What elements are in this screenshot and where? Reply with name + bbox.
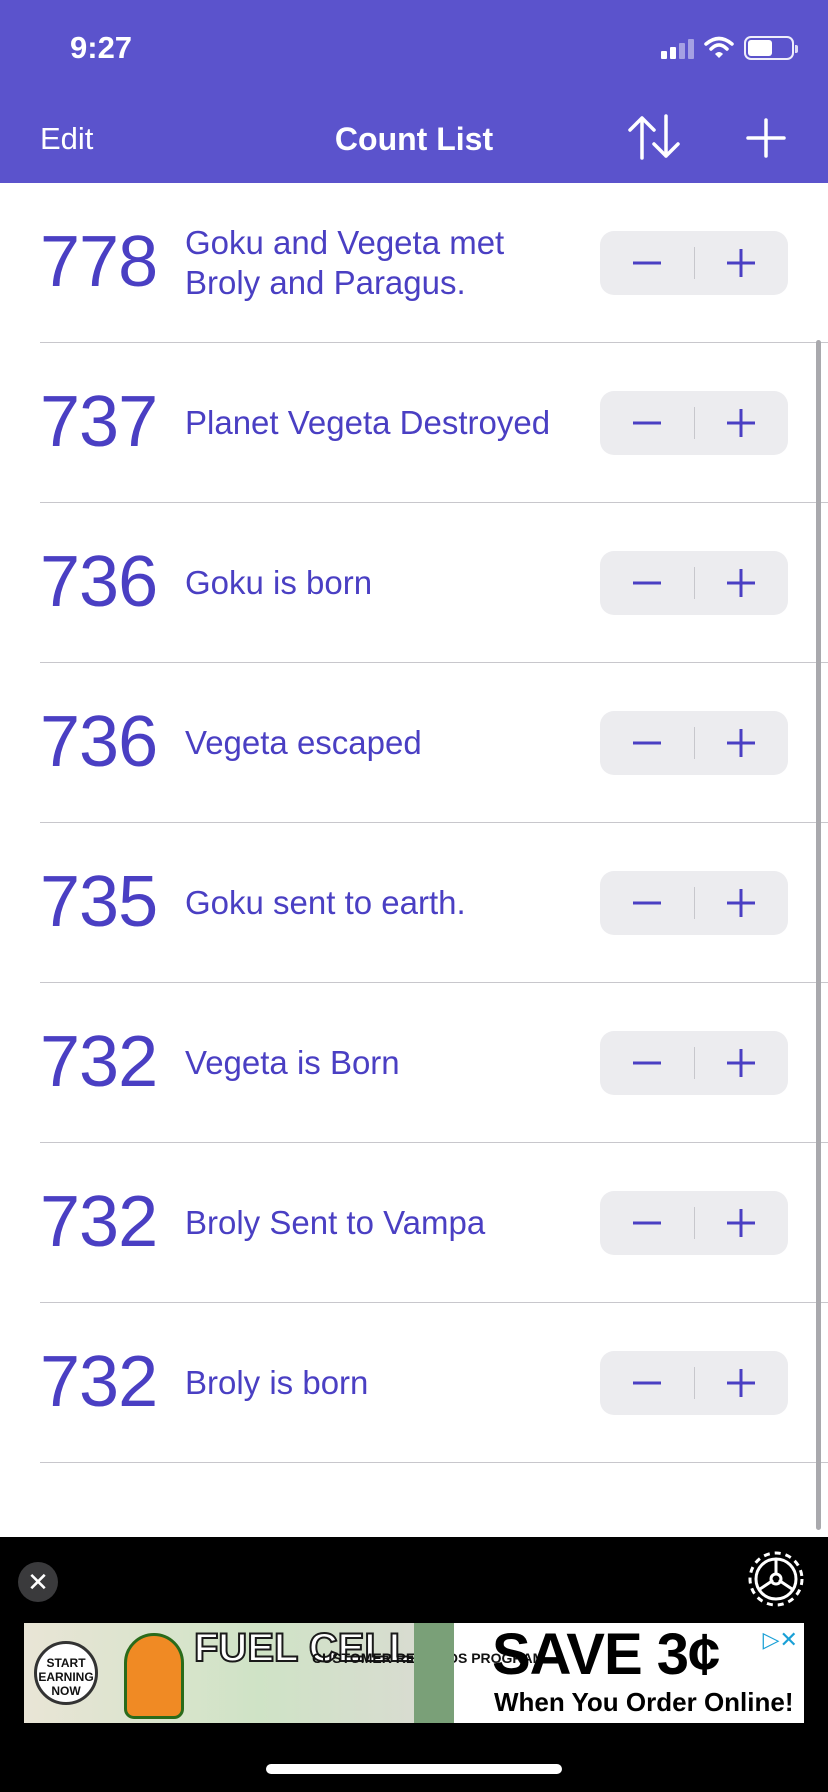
count-stepper[interactable] xyxy=(600,231,788,295)
count-value: 732 xyxy=(40,1022,158,1102)
count-value: 736 xyxy=(40,542,158,622)
wifi-icon xyxy=(704,36,734,58)
decrement-button[interactable] xyxy=(600,231,694,295)
count-stepper[interactable] xyxy=(600,1031,788,1095)
increment-button[interactable] xyxy=(695,1351,789,1415)
plus-icon xyxy=(727,729,756,757)
status-time: 9:27 xyxy=(70,30,133,65)
list-item[interactable]: 736 Vegeta escaped xyxy=(0,663,828,823)
minus-icon xyxy=(632,741,661,745)
count-stepper[interactable] xyxy=(600,391,788,455)
plus-icon xyxy=(727,889,756,917)
ad-money-strip xyxy=(414,1623,454,1723)
list-item[interactable]: 732 Broly is born xyxy=(0,1303,828,1463)
fuel-mascot-image xyxy=(124,1633,184,1719)
list-item[interactable]: 735 Goku sent to earth. xyxy=(0,823,828,983)
decrement-button[interactable] xyxy=(600,1351,694,1415)
home-indicator[interactable] xyxy=(266,1764,562,1774)
plus-icon xyxy=(727,249,756,277)
status-icons xyxy=(661,36,798,60)
ad-save-text: SAVE 3¢ xyxy=(492,1623,720,1687)
item-label: Planet Vegeta Destroyed xyxy=(185,404,551,441)
item-label: Vegeta is Born xyxy=(185,1044,400,1081)
count-list: 778 Goku and Vegeta met Broly and Paragu… xyxy=(0,183,828,1463)
plus-icon[interactable] xyxy=(746,118,786,158)
count-value: 737 xyxy=(40,382,158,462)
minus-icon xyxy=(632,901,661,905)
list-item[interactable]: 778 Goku and Vegeta met Broly and Paragu… xyxy=(0,183,828,343)
sort-arrows-icon[interactable] xyxy=(626,112,682,162)
ad-start-badge: START EARNING NOW xyxy=(34,1641,98,1705)
scrollbar[interactable] xyxy=(816,340,821,1530)
decrement-button[interactable] xyxy=(600,551,694,615)
count-value: 732 xyxy=(40,1342,158,1422)
count-stepper[interactable] xyxy=(600,871,788,935)
item-label: Broly is born xyxy=(185,1364,369,1401)
plus-icon xyxy=(727,1049,756,1077)
increment-button[interactable] xyxy=(695,551,789,615)
list-item[interactable]: 732 Vegeta is Born xyxy=(0,983,828,1143)
navigation-bar: 9:27 Edit Count List xyxy=(0,0,828,183)
increment-button[interactable] xyxy=(695,231,789,295)
increment-button[interactable] xyxy=(695,1191,789,1255)
page-title: Count List xyxy=(334,121,494,157)
close-icon[interactable]: ✕ xyxy=(18,1562,58,1602)
minus-icon xyxy=(632,421,661,425)
count-value: 736 xyxy=(40,702,158,782)
decrement-button[interactable] xyxy=(600,1031,694,1095)
list-item[interactable]: 737 Planet Vegeta Destroyed xyxy=(0,343,828,503)
minus-icon xyxy=(632,1221,661,1225)
plus-icon xyxy=(727,409,756,437)
decrement-button[interactable] xyxy=(600,871,694,935)
increment-button[interactable] xyxy=(695,1031,789,1095)
list-item[interactable]: 732 Broly Sent to Vampa xyxy=(0,1143,828,1303)
plus-icon xyxy=(727,1369,756,1397)
count-stepper[interactable] xyxy=(600,1191,788,1255)
minus-icon xyxy=(632,1061,661,1065)
plus-icon xyxy=(727,569,756,597)
battery-icon xyxy=(744,36,798,60)
minus-icon xyxy=(632,581,661,585)
ad-choices-icon[interactable]: ▷✕ xyxy=(763,1627,798,1653)
count-stepper[interactable] xyxy=(600,551,788,615)
count-stepper[interactable] xyxy=(600,1351,788,1415)
count-value: 778 xyxy=(40,222,158,302)
ad-subtext: When You Order Online! xyxy=(494,1687,794,1717)
cellular-signal-icon xyxy=(661,37,694,59)
count-value: 735 xyxy=(40,862,158,942)
item-label: Vegeta escaped xyxy=(185,724,422,761)
item-label: Goku sent to earth. xyxy=(185,884,466,921)
decrement-button[interactable] xyxy=(600,711,694,775)
item-label: Goku is born xyxy=(185,564,373,601)
ad-area: ✕ START EARNING NOW FUEL CELL CUSTOMER R… xyxy=(0,1537,828,1792)
count-stepper[interactable] xyxy=(600,711,788,775)
minus-icon xyxy=(632,261,661,265)
ad-banner[interactable]: START EARNING NOW FUEL CELL CUSTOMER REW… xyxy=(24,1623,804,1723)
decrement-button[interactable] xyxy=(600,1191,694,1255)
count-value: 732 xyxy=(40,1182,158,1262)
plus-icon xyxy=(727,1209,756,1237)
item-label: Goku and Vegeta met Broly and Paragus. xyxy=(185,224,505,301)
increment-button[interactable] xyxy=(695,871,789,935)
minus-icon xyxy=(632,1381,661,1385)
decrement-button[interactable] xyxy=(600,391,694,455)
increment-button[interactable] xyxy=(695,391,789,455)
increment-button[interactable] xyxy=(695,711,789,775)
gear-icon[interactable] xyxy=(744,1547,808,1611)
item-label: Broly Sent to Vampa xyxy=(185,1204,486,1241)
list-item[interactable]: 736 Goku is born xyxy=(0,503,828,663)
